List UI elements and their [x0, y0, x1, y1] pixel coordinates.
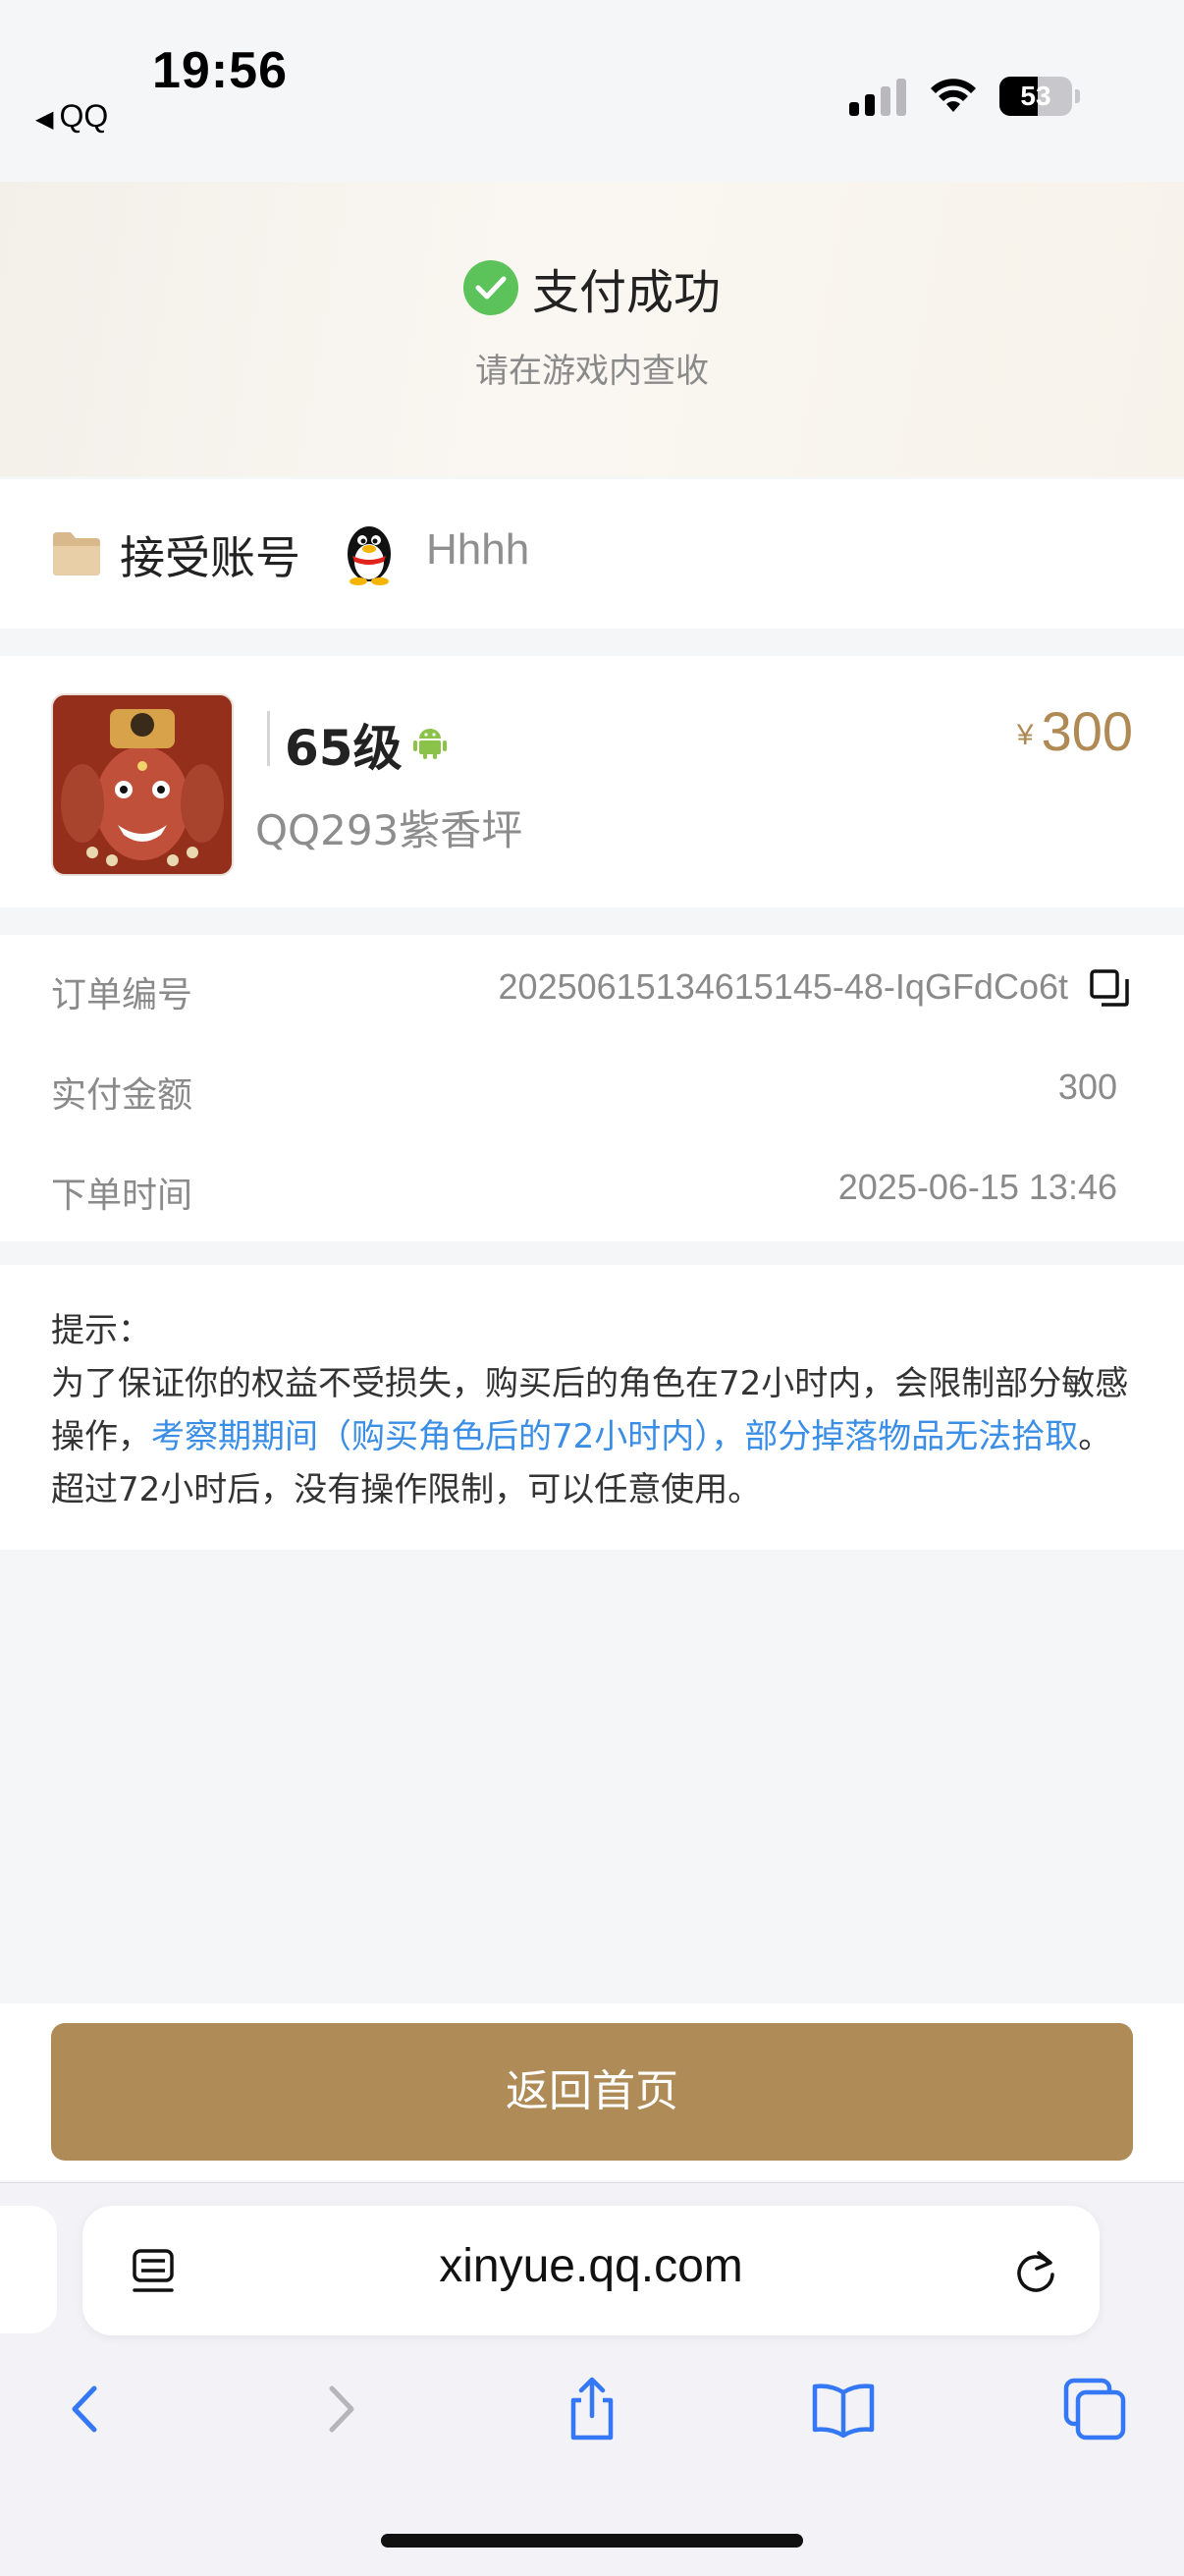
paid-amount-value: 300 — [1057, 1067, 1117, 1107]
order-time-value: 2025-06-15 13:46 — [837, 1167, 1117, 1207]
back-arrow-icon[interactable] — [51, 2375, 120, 2443]
character-level: 65级 — [285, 720, 403, 777]
battery-level: 53 — [1020, 81, 1051, 111]
status-time: 19:56 — [152, 42, 288, 99]
server-name: QQ293紫香坪 — [255, 806, 523, 854]
success-banner — [0, 182, 1184, 476]
wifi-icon — [931, 79, 976, 112]
reload-icon[interactable] — [1009, 2245, 1062, 2300]
share-icon[interactable] — [558, 2375, 626, 2443]
copy-icon[interactable] — [1088, 967, 1131, 1011]
success-subtitle: 请在游戏内查收 — [475, 352, 709, 391]
price-value: 300 — [1041, 700, 1133, 762]
price-currency: ¥ — [1016, 719, 1034, 752]
bookmarks-icon[interactable] — [809, 2375, 878, 2443]
tip-highlight: 考察期期间（购买角色后的72小时内），部分掉落物品无法拾取 — [151, 1417, 1079, 1456]
back-triangle-icon: ◀ — [35, 106, 54, 133]
character-avatar — [51, 693, 234, 876]
tip-title: 提示： — [51, 1311, 151, 1350]
success-title-row: 支付成功 — [0, 253, 1184, 322]
level-divider — [267, 711, 270, 766]
home-indicator — [381, 2534, 803, 2548]
back-app-label: QQ — [59, 98, 109, 134]
previous-tab-preview[interactable] — [0, 2206, 57, 2333]
android-icon — [413, 729, 447, 759]
order-no-value: 20250615134615145-48-IqGFdCo6t — [498, 966, 1068, 1007]
back-to-app-link[interactable]: ◀ QQ — [35, 98, 108, 135]
tip-text: 提示： 为了保证你的权益不受损失，购买后的角色在72小时内，会限制部分敏感操作，… — [51, 1304, 1137, 1516]
paid-amount-label: 实付金额 — [51, 1075, 193, 1116]
battery-icon: 53 — [999, 77, 1080, 116]
success-title: 支付成功 — [531, 265, 721, 320]
tip-body: 为了保证你的权益不受损失，购买后的角色在72小时内，会限制部分敏感操作，考察期期… — [51, 1357, 1137, 1516]
order-no-label: 订单编号 — [51, 975, 193, 1015]
tabs-icon[interactable] — [1060, 2375, 1129, 2443]
cellular-signal-icon — [849, 77, 908, 116]
account-name: Hhhh — [426, 525, 530, 574]
qq-penguin-icon — [348, 526, 391, 585]
return-home-button[interactable]: 返回首页 — [51, 2023, 1133, 2161]
account-label: 接受账号 — [120, 531, 300, 584]
url-text[interactable]: xinyue.qq.com — [82, 2239, 1100, 2293]
folder-icon — [53, 532, 100, 575]
product-price: ¥300 — [1017, 699, 1133, 763]
success-check-icon — [462, 260, 518, 315]
forward-arrow-icon[interactable] — [306, 2375, 375, 2443]
order-time-label: 下单时间 — [51, 1176, 193, 1216]
